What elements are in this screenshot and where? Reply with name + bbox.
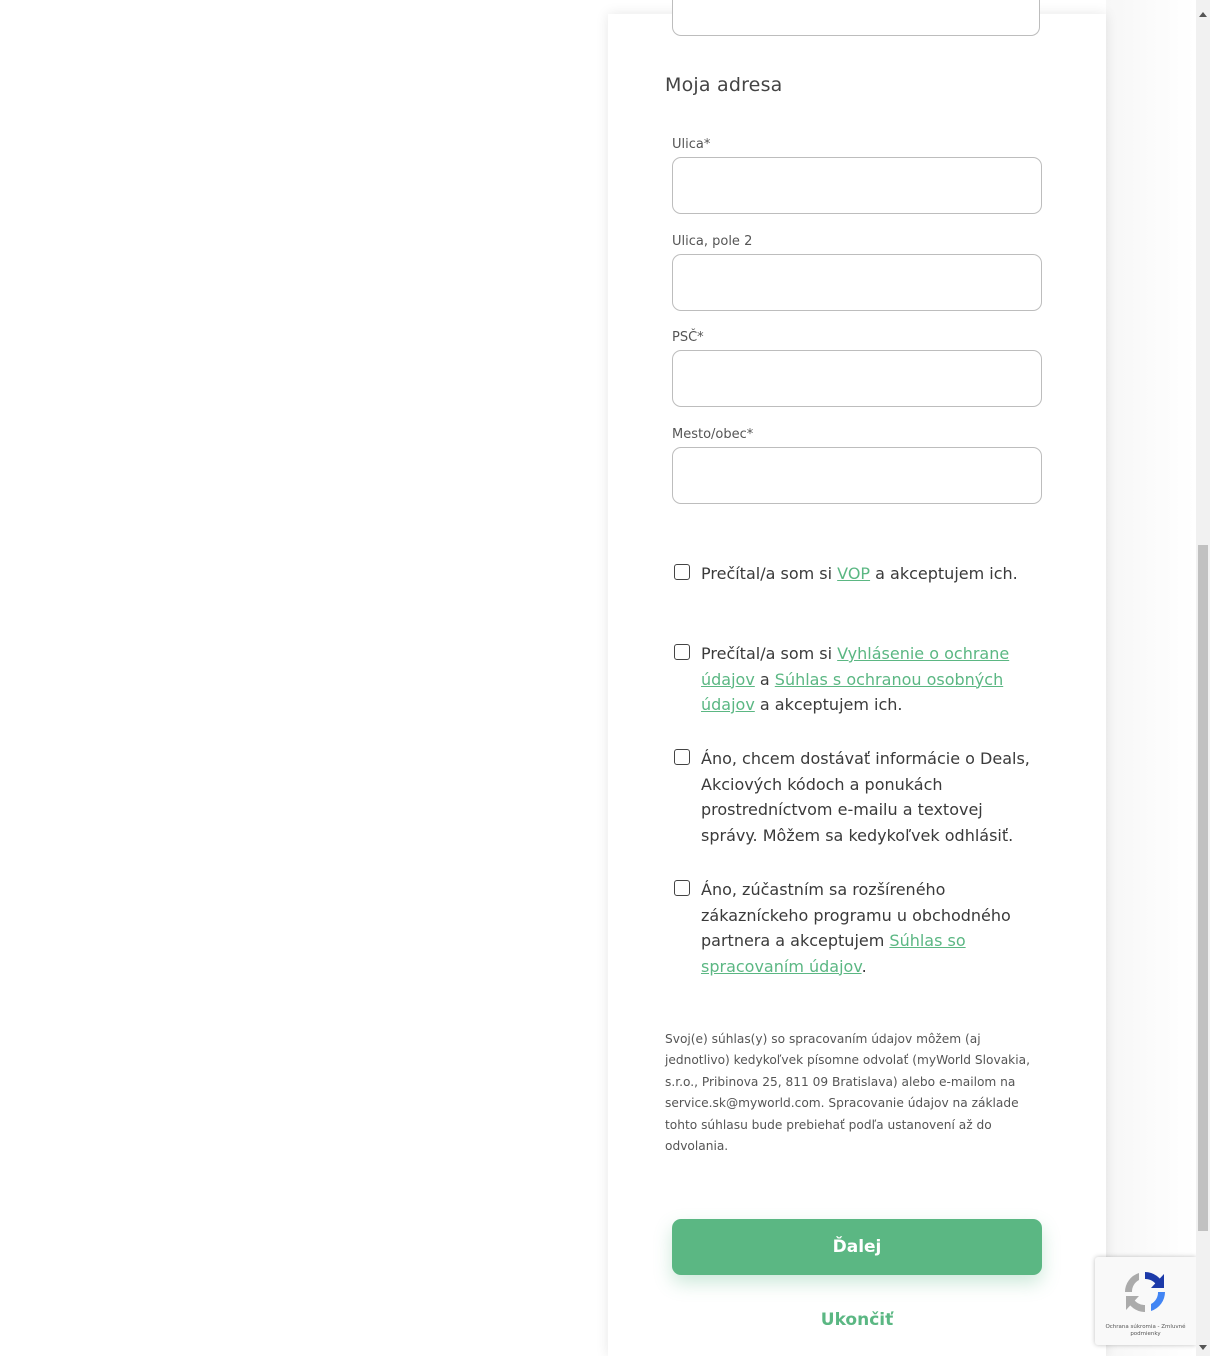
terms-link[interactable]: VOP xyxy=(837,564,870,583)
next-button[interactable]: Ďalej xyxy=(672,1219,1042,1275)
postal-code-input[interactable] xyxy=(672,350,1042,407)
city-label: Mesto/obec* xyxy=(672,427,754,442)
consent-marketing: Áno, chcem dostávať informácie o Deals, … xyxy=(674,746,1034,848)
street-2-label: Ulica, pole 2 xyxy=(672,234,753,249)
consent-partner-program: Áno, zúčastním sa rozšíreného zákaznícke… xyxy=(674,877,1034,979)
consent-privacy-text: Prečítal/a som si Vyhlásenie o ochrane ú… xyxy=(701,644,1010,714)
consent-terms: Prečítal/a som si VOP a akceptujem ich. xyxy=(674,561,1034,587)
consent-terms-text: Prečítal/a som si VOP a akceptujem ich. xyxy=(701,564,1018,583)
recaptcha-links[interactable]: Ochrana súkromia - Zmluvné podmienky xyxy=(1097,1324,1194,1338)
address-section-title: Moja adresa xyxy=(665,74,783,96)
left-background xyxy=(0,0,608,1356)
postal-code-label: PSČ* xyxy=(672,330,704,345)
withdrawal-disclaimer: Svoj(e) súhlas(y) so spracovaním údajov … xyxy=(665,1032,1030,1154)
city-input[interactable] xyxy=(672,447,1042,504)
street-label: Ulica* xyxy=(672,137,711,152)
consent-terms-checkbox[interactable] xyxy=(674,564,690,580)
consent-marketing-checkbox[interactable] xyxy=(674,749,690,765)
consent-partner-program-checkbox[interactable] xyxy=(674,880,690,896)
street-input[interactable] xyxy=(672,157,1042,214)
street-2-input[interactable] xyxy=(672,254,1042,311)
consent-privacy: Prečítal/a som si Vyhlásenie o ochrane ú… xyxy=(674,641,1034,718)
consent-partner-program-text: Áno, zúčastním sa rozšíreného zákaznícke… xyxy=(701,880,1011,976)
right-background xyxy=(1106,0,1196,1356)
consent-marketing-text: Áno, chcem dostávať informácie o Deals, … xyxy=(701,749,1030,845)
exit-link[interactable]: Ukončiť xyxy=(672,1310,1042,1330)
scroll-up-arrow-icon[interactable] xyxy=(1199,12,1207,17)
page: Moja adresa Ulica* Ulica, pole 2 PSČ* Me… xyxy=(0,0,1210,1356)
previous-field-input[interactable] xyxy=(672,0,1040,36)
recaptcha-badge[interactable]: Ochrana súkromia - Zmluvné podmienky xyxy=(1095,1257,1196,1345)
scrollbar-thumb[interactable] xyxy=(1198,545,1208,1231)
consent-privacy-checkbox[interactable] xyxy=(674,644,690,660)
scroll-down-arrow-icon[interactable] xyxy=(1199,1345,1207,1350)
recaptcha-icon xyxy=(1125,1272,1165,1312)
